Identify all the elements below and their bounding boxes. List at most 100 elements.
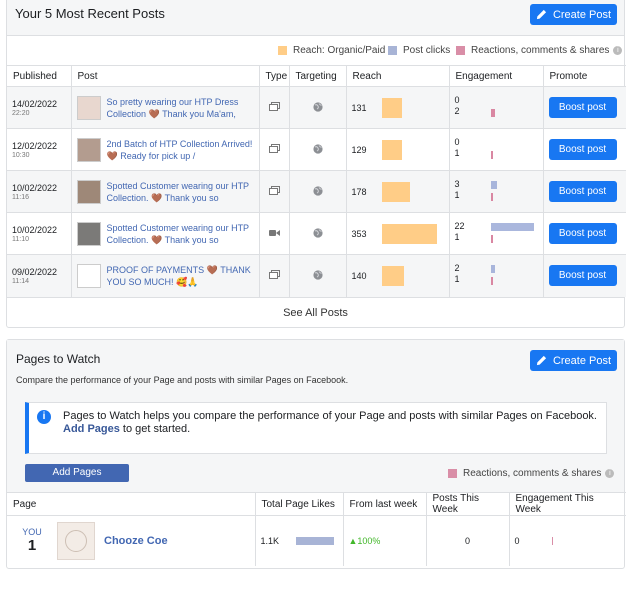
col-published: Published <box>7 65 72 87</box>
post-text-link[interactable]: Spotted Customer wearing our HTP Collect… <box>107 222 254 246</box>
recent-posts-title: Your 5 Most Recent Posts <box>15 6 165 21</box>
globe-icon <box>312 185 323 198</box>
reach-bar <box>381 139 402 160</box>
you-label: YOU <box>22 527 42 538</box>
posts-value: 0 <box>464 535 470 546</box>
globe-icon <box>312 227 323 240</box>
chart-legend: Reach: Organic/Paid Post clicks Reaction… <box>7 35 624 65</box>
recent-posts-table: Published Post Type Targeting Reach Enga… <box>7 65 626 297</box>
col-total-likes: Total Page Likes <box>255 492 344 516</box>
col-from-last-week: From last week <box>343 492 427 516</box>
photo-icon <box>268 270 280 281</box>
reach-bar <box>381 265 404 286</box>
col-engagement: Engagement <box>449 65 544 87</box>
published-date: 09/02/2022 <box>12 267 58 278</box>
recent-posts-card: Your 5 Most Recent Posts Create Post Rea… <box>6 0 626 328</box>
post-thumbnail <box>76 137 101 162</box>
create-post-button-2[interactable]: Create Post <box>530 350 617 371</box>
reactions-bar <box>490 150 493 159</box>
engagement-value: 0 <box>514 535 520 546</box>
reactions-value: 1 <box>454 231 460 242</box>
add-pages-link[interactable]: Add Pages <box>63 423 120 435</box>
reach-bar <box>381 181 410 202</box>
info-circle-icon: i <box>37 410 51 424</box>
reactions-bar <box>490 276 493 285</box>
post-clicks-value: 0 <box>454 136 460 147</box>
reactions-value: 2 <box>454 105 460 116</box>
globe-icon <box>312 270 323 282</box>
create-post-button[interactable]: Create Post <box>530 4 617 25</box>
col-page: Page <box>7 492 256 516</box>
watch-legend: Reactions, comments & shares i <box>448 468 615 479</box>
reactions-value: 1 <box>454 147 460 158</box>
photo-icon <box>268 186 280 197</box>
globe-icon <box>312 101 323 114</box>
change-value: ▲100% <box>348 535 381 546</box>
boost-post-button[interactable]: Boost post <box>548 97 617 118</box>
post-clicks-value: 22 <box>454 220 465 231</box>
edit-icon <box>536 355 547 366</box>
published-date: 12/02/2022 <box>12 141 58 151</box>
post-clicks-bar <box>490 264 495 273</box>
add-pages-button[interactable]: Add Pages <box>25 464 129 482</box>
reactions-value: 1 <box>454 273 460 284</box>
post-thumbnail <box>76 95 101 120</box>
table-row: YOU 1 Chooze Coe 1.1K ▲100% 0 0 <box>7 515 626 566</box>
pages-to-watch-card: Pages to Watch Create Post Compare the p… <box>6 339 626 569</box>
col-post: Post <box>71 65 260 87</box>
boost-post-button[interactable]: Boost post <box>548 223 617 244</box>
post-clicks-value: 3 <box>454 178 460 189</box>
reach-bar <box>381 97 402 118</box>
published-time: 10:30 <box>12 152 30 159</box>
reactions-bar <box>490 108 495 117</box>
info-text: Pages to Watch helps you compare the per… <box>63 410 597 435</box>
col-reach: Reach <box>346 65 450 87</box>
post-text-link[interactable]: 2nd Batch of HTP Collection Arrived! 🤎 R… <box>107 138 254 162</box>
legend-post-clicks: Post clicks <box>388 45 450 56</box>
published-time: 22:20 <box>12 110 30 117</box>
info-icon[interactable]: i <box>605 469 615 478</box>
photo-icon <box>268 102 280 113</box>
legend-reach: Reach: Organic/Paid <box>278 45 385 56</box>
reactions-bar <box>490 234 493 243</box>
post-thumbnail <box>76 179 101 204</box>
reach-value: 353 <box>351 228 367 239</box>
post-text-link[interactable]: PROOF OF PAYMENTS 🤎 THANK YOU SO MUCH! 🥰… <box>107 264 254 288</box>
reach-bar <box>381 223 437 244</box>
likes-bar <box>295 537 334 546</box>
edit-icon <box>536 9 547 20</box>
table-row: 10/02/2022 11:10 Spotted Customer wearing … <box>7 212 626 255</box>
globe-icon <box>312 143 323 156</box>
published-time: 11:14 <box>12 278 29 286</box>
published-date: 10/02/2022 <box>12 225 58 235</box>
photo-icon <box>268 144 280 155</box>
post-text-link[interactable]: Spotted Customer wearing our HTP Collect… <box>107 180 254 204</box>
boost-post-button[interactable]: Boost post <box>548 139 617 160</box>
boost-post-button[interactable]: Boost post <box>548 265 617 287</box>
post-thumbnail <box>76 263 101 288</box>
reach-value: 131 <box>351 102 367 113</box>
pages-to-watch-subtitle: Compare the performance of your Page and… <box>16 375 349 385</box>
col-targeting: Targeting <box>289 65 347 87</box>
pages-to-watch-table: Page Total Page Likes From last week Pos… <box>7 492 626 566</box>
page-avatar <box>57 521 95 560</box>
legend-reactions: Reactions, comments & shares i <box>456 45 623 56</box>
post-thumbnail <box>76 221 101 246</box>
post-text-link[interactable]: So pretty wearing our HTP Dress Collecti… <box>107 96 254 120</box>
reactions-value: 1 <box>454 189 460 200</box>
info-box: i Pages to Watch helps you compare the p… <box>25 402 607 454</box>
rank-number: 1 <box>27 537 37 555</box>
col-posts-this-week: Posts This Week <box>426 492 510 516</box>
post-clicks-value: 0 <box>454 94 460 105</box>
col-engagement-week: Engagement This Week <box>515 493 594 515</box>
post-clicks-bar <box>490 180 497 189</box>
see-all-posts-link[interactable]: See All Posts <box>7 296 624 327</box>
page-name-link[interactable]: Chooze Coe <box>104 535 168 547</box>
table-row: 09/02/2022 11:14 PROOF OF PAYMENTS 🤎 THANK… <box>7 254 626 297</box>
published-date: 10/02/2022 <box>12 183 58 193</box>
info-icon[interactable]: i <box>613 46 623 55</box>
pages-to-watch-header: Pages to Watch Create Post Compare the p… <box>7 340 624 492</box>
recent-posts-header: Your 5 Most Recent Posts Create Post <box>7 0 624 35</box>
boost-post-button[interactable]: Boost post <box>548 181 617 202</box>
published-time: 11:10 <box>12 236 29 243</box>
